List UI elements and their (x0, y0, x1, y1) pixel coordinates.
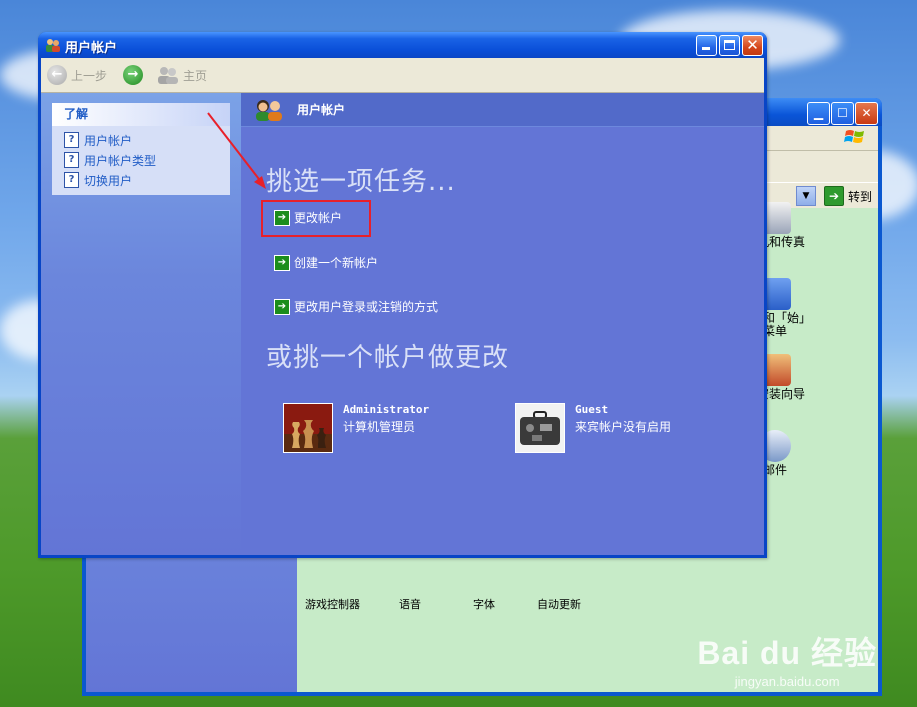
help-icon: ? (64, 132, 79, 148)
guest-account[interactable]: Guest 来宾帐户没有启用 (515, 403, 671, 453)
learn-user-accounts-link[interactable]: ? 用户帐户 (52, 130, 230, 150)
account-status: 来宾帐户没有启用 (575, 420, 672, 434)
window-client: ← 上一步 → 主页 了解 ? 用户帐户 ? 用户帐户类型 ? 切换用户 用户帐… (41, 58, 764, 555)
auto-update-label[interactable]: 自动更新 (537, 596, 581, 612)
forward-button[interactable]: → (123, 65, 143, 85)
main-pane: 用户帐户 挑选一项任务... ➔ 更改帐户 ➔ 创建一个新帐户 ➔ 更改用户登录… (241, 93, 764, 555)
suitcase-icon (515, 403, 565, 453)
account-name: Administrator (343, 403, 430, 416)
account-text: Administrator 计算机管理员 (343, 403, 429, 453)
link-label: 切换用户 (84, 173, 133, 188)
goto-label: 转到 (847, 189, 872, 204)
create-account-link[interactable]: ➔ 创建一个新帐户 (274, 254, 378, 271)
link-label: 用户帐户类型 (84, 153, 157, 168)
maximize-button[interactable]: ☐ (831, 102, 854, 125)
account-text: Guest 来宾帐户没有启用 (575, 403, 671, 453)
minimize-button[interactable] (696, 35, 717, 56)
task-label: 创建一个新帐户 (294, 256, 379, 270)
users-home-icon (158, 67, 178, 84)
game-controllers-label[interactable]: 游戏控制器 (305, 596, 360, 612)
task-pane: 了解 ? 用户帐户 ? 用户帐户类型 ? 切换用户 (41, 93, 241, 555)
home-label: 主页 (183, 68, 208, 83)
back-arrow-icon: ← (47, 65, 67, 85)
learn-about-box: 了解 ? 用户帐户 ? 用户帐户类型 ? 切换用户 (52, 103, 230, 195)
learn-switch-users-link[interactable]: ? 切换用户 (52, 170, 230, 190)
account-type: 计算机管理员 (343, 420, 416, 434)
learn-account-types-link[interactable]: ? 用户帐户类型 (52, 150, 230, 170)
green-arrow-icon: ➔ (274, 298, 290, 315)
user-accounts-icon (256, 100, 282, 121)
maximize-button[interactable] (719, 35, 740, 56)
learn-about-header: 了解 (52, 103, 230, 126)
annotation-highlight-box (261, 200, 371, 237)
green-arrow-icon: ➔ (274, 254, 290, 271)
account-name: Guest (575, 403, 609, 416)
maximize-icon (724, 40, 735, 50)
user-accounts-icon (46, 39, 60, 52)
goto-button[interactable]: ➔ 转到 (823, 186, 872, 206)
task-label: 更改用户登录或注销的方式 (294, 300, 439, 314)
help-icon: ? (64, 172, 79, 188)
chess-pieces-icon (283, 403, 333, 453)
user-accounts-window[interactable]: 用户帐户 ✕ ← 上一步 → 主页 了解 ? 用户帐户 ? 用户帐户类型 ? 切… (38, 32, 767, 558)
pane-header: 用户帐户 (241, 93, 764, 127)
goto-arrow-icon: ➔ (823, 186, 844, 206)
toolbar: ← 上一步 → 主页 (41, 58, 764, 93)
minimize-button[interactable]: ▁ (807, 102, 830, 125)
minimize-icon (702, 47, 710, 50)
close-button[interactable]: ✕ (855, 102, 878, 125)
back-button[interactable]: ← 上一步 (47, 65, 107, 85)
fonts-label[interactable]: 字体 (473, 596, 495, 612)
pane-title: 用户帐户 (297, 103, 346, 117)
help-icon: ? (64, 152, 79, 168)
speech-label[interactable]: 语音 (399, 596, 421, 612)
baidu-watermark: Bai du 经验 jingyan.baidu.com (697, 628, 877, 689)
change-logon-link[interactable]: ➔ 更改用户登录或注销的方式 (274, 298, 438, 315)
watermark-url: jingyan.baidu.com (734, 674, 840, 689)
link-label: 用户帐户 (84, 133, 133, 148)
forward-arrow-icon: → (123, 65, 143, 85)
task-heading: 挑选一项任务... (266, 167, 456, 197)
back-label: 上一步 (71, 68, 108, 83)
window-title: 用户帐户 (65, 41, 118, 56)
administrator-account[interactable]: Administrator 计算机管理员 (283, 403, 429, 453)
home-button[interactable]: 主页 (157, 65, 207, 85)
learn-about-list: ? 用户帐户 ? 用户帐户类型 ? 切换用户 (52, 126, 230, 195)
close-icon: ✕ (746, 36, 759, 54)
watermark-logo: Bai du 经验 (697, 635, 877, 671)
close-button[interactable]: ✕ (742, 35, 763, 56)
windows-logo-icon (844, 130, 864, 143)
titlebar[interactable]: 用户帐户 ✕ (38, 32, 767, 58)
account-heading: 或挑一个帐户做更改 (266, 343, 510, 373)
